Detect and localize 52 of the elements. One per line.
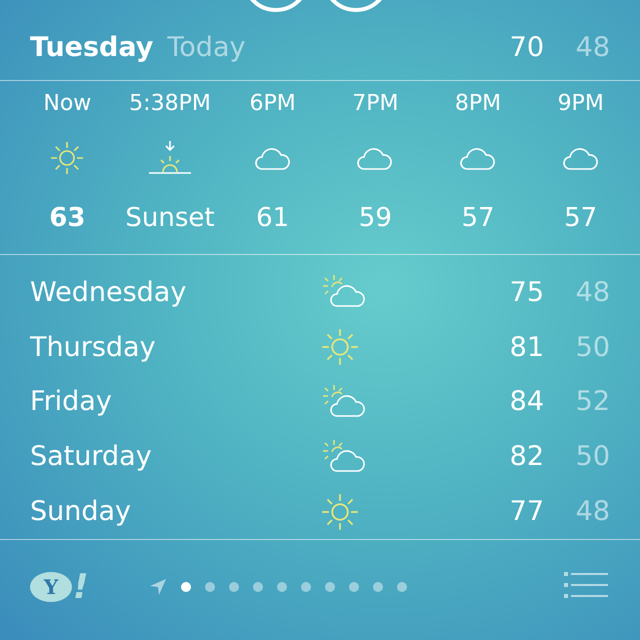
page-dot[interactable] [228, 582, 239, 592]
hour-temp: 63 [49, 203, 86, 233]
sun-icon [320, 492, 360, 532]
cloud-icon [459, 145, 498, 171]
high-temp: 84 [508, 386, 544, 418]
page-dot[interactable] [180, 582, 191, 592]
day-name: Friday [30, 386, 113, 418]
hour-label: Now [43, 91, 92, 118]
page-dot[interactable] [324, 582, 335, 592]
page-dot[interactable] [276, 582, 287, 592]
partly-cloudy-icon [320, 438, 368, 475]
page-dot[interactable] [348, 582, 359, 592]
high-temp: 77 [508, 496, 544, 528]
high-temp: 82 [508, 441, 544, 472]
low-temp: 48 [574, 496, 610, 528]
day-name: Sunday [30, 496, 132, 528]
day-name: Wednesday [30, 276, 188, 308]
high-temp: 70 [508, 32, 544, 63]
low-temp: 48 [574, 276, 610, 308]
hour-temp: 57 [564, 203, 598, 233]
cloud-icon [254, 145, 292, 171]
low-temp: 52 [574, 386, 610, 418]
page-dot[interactable] [204, 582, 215, 592]
cloud-icon [562, 145, 600, 171]
hour-label: 5:38PM [129, 91, 211, 118]
hour-label: 8PM [454, 91, 502, 118]
sunset-icon [148, 140, 192, 176]
day-name: Tuesday [30, 32, 154, 63]
hour-temp: 59 [358, 203, 392, 233]
hour-label: 6PM [250, 91, 296, 118]
cloud-icon [356, 145, 394, 171]
hour-temp: Sunset [125, 203, 215, 233]
low-temp: 50 [574, 441, 610, 472]
page-dot[interactable] [372, 582, 383, 592]
high-temp: 75 [508, 276, 544, 308]
location-arrow-icon[interactable] [148, 578, 167, 596]
today-label: Today [167, 32, 246, 63]
hour-label: 9PM [558, 91, 604, 118]
page-dot[interactable] [396, 582, 407, 592]
high-temp: 81 [508, 332, 544, 363]
day-name: Saturday [30, 441, 153, 472]
low-temp: 50 [574, 332, 610, 363]
sun-icon [320, 327, 360, 368]
hour-temp: 57 [461, 203, 495, 233]
day-name: Thursday [30, 332, 157, 363]
page-dot[interactable] [252, 582, 263, 592]
hour-label: 7PM [352, 91, 398, 118]
hour-temp: 61 [256, 203, 290, 233]
page-dot[interactable] [300, 582, 311, 592]
sun-icon [49, 140, 86, 176]
partly-cloudy-icon [320, 384, 368, 420]
low-temp: 48 [574, 32, 610, 63]
